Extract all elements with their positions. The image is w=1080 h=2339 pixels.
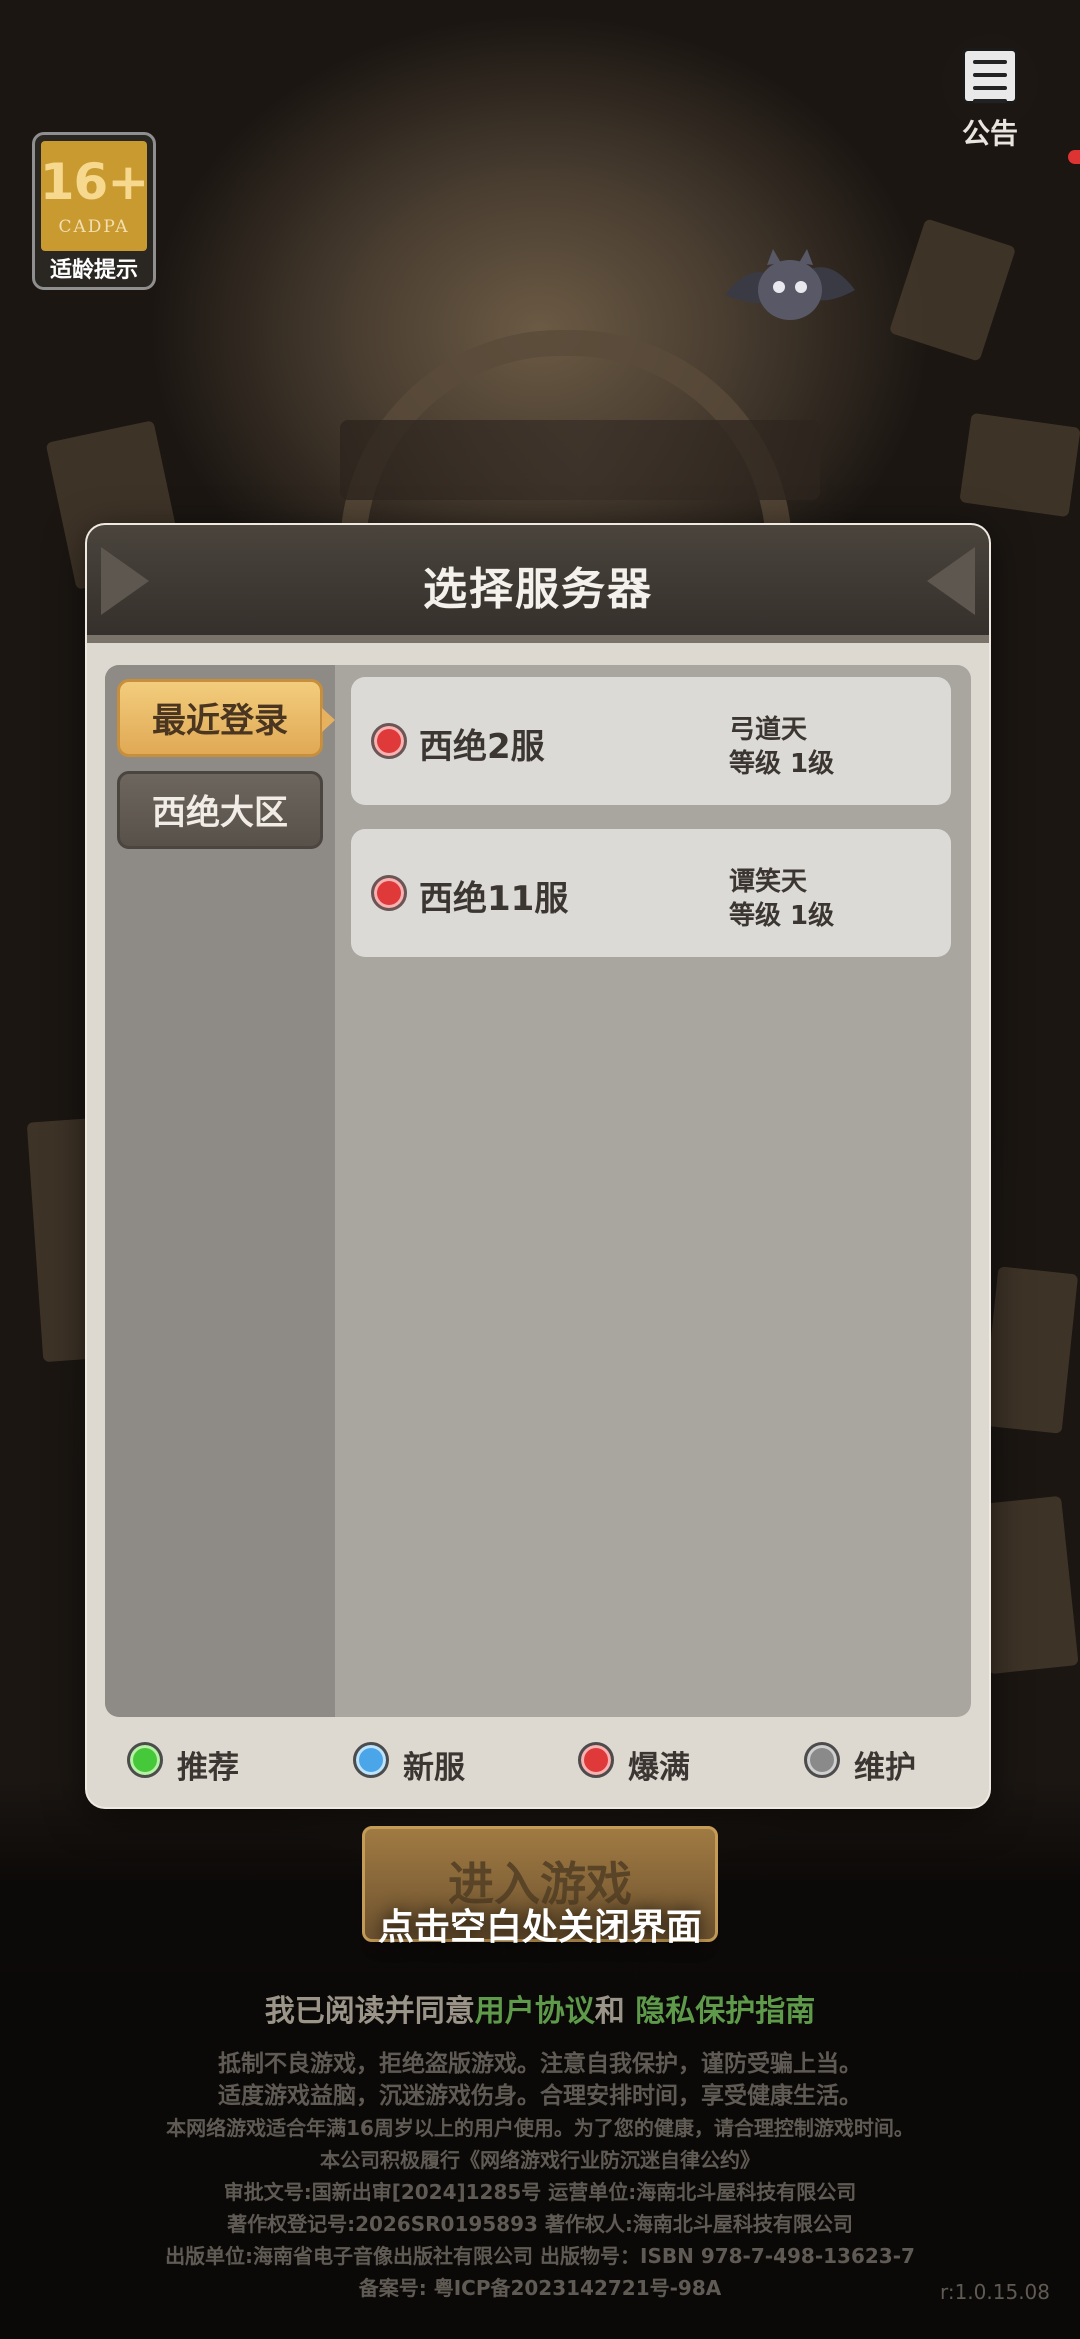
age-rating: 16+ [39,153,149,211]
recommended-status-icon [127,1742,163,1778]
footer-line: 抵制不良游戏，拒绝盗版游戏。注意自我保护，谨防受骗上当。 [218,2051,862,2077]
agreement-prefix: 我已阅读并同意 [264,1994,475,2029]
character-name: 谭笑天 [729,867,808,897]
server-select-panel: 选择服务器 最近登录 西绝大区 西绝2服 弓道天 等级 1级 西绝11服 谭笑天… [87,525,989,1807]
age-rating-badge[interactable]: 16+ CADPA 适龄提示 [32,132,156,290]
legend-label: 维护 [854,1750,916,1786]
rating-org: CADPA [58,217,130,237]
server-list: 西绝2服 弓道天 等级 1级 西绝11服 谭笑天 等级 1级 [351,677,951,981]
footer-line: 著作权登记号:2026SR0195893 著作权人:海南北斗屋科技有限公司 [227,2212,853,2236]
agreement-and: 和 [594,1994,625,2029]
announcement-label: 公告 [961,117,1018,150]
legend-label: 爆满 [628,1750,690,1786]
footer-line: 适度游戏益脑，沉迷游戏伤身。合理安排时间，享受健康生活。 [218,2083,862,2109]
tab-xijue-region[interactable]: 西绝大区 [117,771,323,849]
red-dot-indicator [1068,150,1080,164]
announcement-button[interactable]: 公告 [940,34,1040,154]
server-name: 西绝11服 [419,879,569,919]
footer-line: 审批文号:国新出审[2024]1285号 运营单位:海南北斗屋科技有限公司 [223,2180,857,2204]
privacy-guide-link[interactable]: 隐私保护指南 [635,1994,815,2029]
age-tip-label: 适龄提示 [49,258,138,283]
panel-title: 选择服务器 [423,564,653,615]
status-legend: 推荐 新服 爆满 维护 [127,1730,967,1790]
user-agreement-link[interactable]: 用户协议 [475,1994,595,2029]
full-status-icon [578,1742,614,1778]
status-full-icon [371,723,407,759]
agreement-line: 我已阅读并同意用户协议和 隐私保护指南 [0,1986,1080,2030]
close-hint: 点击空白处关闭界面 [377,1907,702,1948]
footer-line: 本公司积极履行《网络游戏行业防沉迷自律公约》 [320,2148,760,2172]
legend-label: 新服 [403,1750,465,1786]
version-label: r:1.0.15.08 [939,2280,1050,2304]
server-item[interactable]: 西绝2服 弓道天 等级 1级 [351,677,951,805]
footer-line: 本网络游戏适合年满16周岁以上的用户使用。为了您的健康，请合理控制游戏时间。 [166,2116,914,2140]
tab-recent-login[interactable]: 最近登录 [117,679,335,757]
server-item[interactable]: 西绝11服 谭笑天 等级 1级 [351,829,951,957]
character-level: 等级 1级 [729,901,835,931]
status-full-icon [371,875,407,911]
panel-body: 最近登录 西绝大区 西绝2服 弓道天 等级 1级 西绝11服 谭笑天 等级 1级 [105,665,971,1717]
footer-line: 备案号: 粤ICP备2023142721号-98A [358,2276,722,2300]
region-sidebar: 最近登录 西绝大区 [105,665,335,1717]
legend-label: 推荐 [177,1750,239,1786]
character-level: 等级 1级 [729,749,835,779]
bat-illustration [725,249,855,320]
panel-header: 选择服务器 [87,525,989,643]
document-icon [962,48,1018,104]
legal-footer: 抵制不良游戏，拒绝盗版游戏。注意自我保护，谨防受骗上当。 适度游戏益脑，沉迷游戏… [0,2048,1080,2304]
footer-line: 出版单位:海南省电子音像出版社有限公司 出版物号：ISBN 978-7-498-… [165,2244,915,2268]
new-status-icon [353,1742,389,1778]
maintenance-status-icon [804,1742,840,1778]
character-name: 弓道天 [729,715,808,745]
server-name: 西绝2服 [419,727,545,767]
